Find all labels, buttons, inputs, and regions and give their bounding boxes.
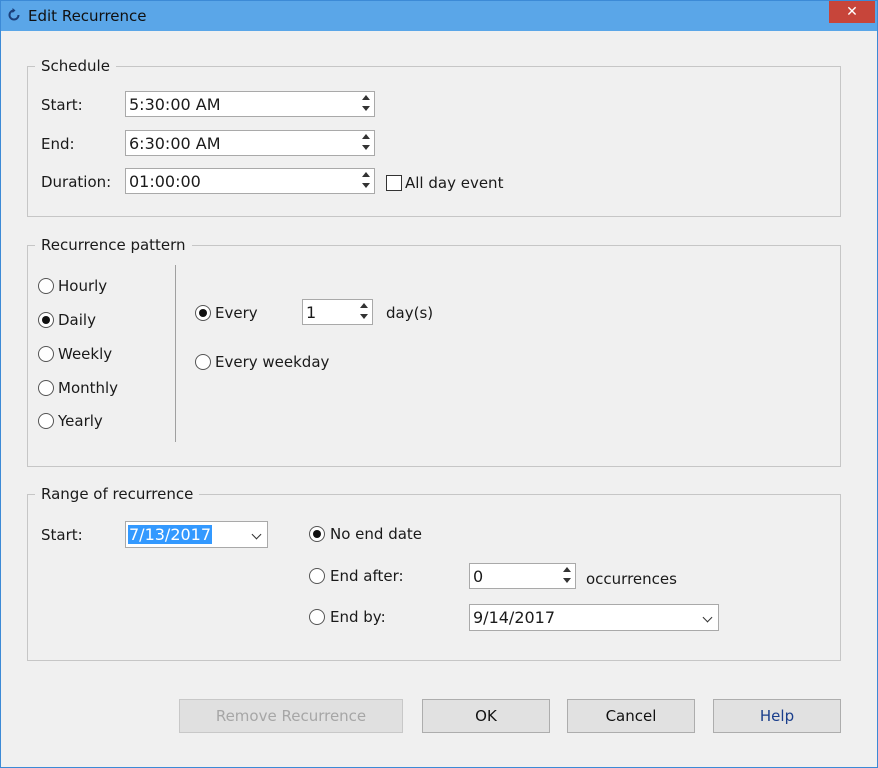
- radio-monthly[interactable]: [38, 380, 54, 396]
- radio-no-end-date[interactable]: [309, 526, 325, 542]
- spinner-arrows-icon[interactable]: [358, 301, 370, 323]
- weekly-label: Weekly: [58, 345, 113, 363]
- end-by-date-value: 9/14/2017: [473, 608, 556, 627]
- radio-daily[interactable]: [38, 312, 54, 328]
- all-day-checkbox[interactable]: [386, 175, 402, 191]
- spinner-arrows-icon[interactable]: [360, 132, 372, 154]
- spinner-arrows-icon[interactable]: [360, 93, 372, 115]
- radio-weekly[interactable]: [38, 346, 54, 362]
- range-start-date-value: 7/13/2017: [128, 525, 213, 544]
- radio-hourly[interactable]: [38, 278, 54, 294]
- close-button[interactable]: ✕: [829, 1, 875, 23]
- monthly-label: Monthly: [58, 379, 119, 397]
- range-start-label: Start:: [41, 526, 83, 544]
- window-title: Edit Recurrence: [28, 7, 147, 25]
- end-time-label: End:: [41, 135, 75, 153]
- occurrences-value: 0: [473, 567, 484, 586]
- range-start-date-picker[interactable]: 7/13/2017: [125, 521, 268, 548]
- end-time-spinner[interactable]: 6:30:00 AM: [125, 130, 375, 156]
- ok-button[interactable]: OK: [422, 699, 550, 733]
- every-days-value: 1: [306, 303, 317, 322]
- radio-yearly[interactable]: [38, 413, 54, 429]
- end-by-label: End by:: [330, 608, 386, 626]
- pattern-divider: [175, 265, 176, 442]
- end-after-label: End after:: [330, 567, 404, 585]
- duration-value: 01:00:00: [129, 172, 201, 191]
- occurrences-label: occurrences: [586, 570, 677, 588]
- end-time-value: 6:30:00 AM: [129, 134, 221, 153]
- no-end-date-label: No end date: [330, 525, 423, 543]
- radio-end-after[interactable]: [309, 568, 325, 584]
- help-button[interactable]: Help: [713, 699, 841, 733]
- recurrence-pattern-legend: Recurrence pattern: [35, 236, 192, 254]
- days-unit-label: day(s): [386, 304, 434, 322]
- recurrence-pattern-group: Recurrence pattern Hourly Daily Weekly M…: [27, 236, 841, 467]
- edit-recurrence-dialog: Edit Recurrence ✕ Schedule Start: 5:30:0…: [0, 0, 878, 768]
- recurrence-icon: [8, 8, 20, 21]
- spinner-arrows-icon[interactable]: [360, 170, 372, 192]
- every-days-spinner[interactable]: 1: [302, 299, 373, 325]
- spinner-arrows-icon[interactable]: [561, 565, 573, 587]
- title-bar[interactable]: Edit Recurrence ✕: [1, 1, 877, 31]
- schedule-group: Schedule Start: 5:30:00 AM End: 6:30:00 …: [27, 57, 841, 217]
- duration-spinner[interactable]: 01:00:00: [125, 168, 375, 194]
- radio-every-weekday[interactable]: [195, 354, 211, 370]
- all-day-label: All day event: [405, 174, 504, 192]
- chevron-down-icon[interactable]: [251, 529, 262, 540]
- schedule-legend: Schedule: [35, 57, 116, 75]
- every-label: Every: [215, 304, 258, 322]
- duration-label: Duration:: [41, 173, 112, 191]
- range-legend: Range of recurrence: [35, 485, 200, 503]
- start-time-label: Start:: [41, 96, 83, 114]
- end-by-date-picker[interactable]: 9/14/2017: [469, 604, 719, 631]
- daily-label: Daily: [58, 311, 96, 329]
- radio-end-by[interactable]: [309, 609, 325, 625]
- yearly-label: Yearly: [58, 412, 103, 430]
- occurrences-spinner[interactable]: 0: [469, 563, 576, 589]
- dialog-body: Schedule Start: 5:30:00 AM End: 6:30:00 …: [6, 31, 872, 763]
- start-time-value: 5:30:00 AM: [129, 95, 221, 114]
- range-of-recurrence-group: Range of recurrence Start: 7/13/2017 No …: [27, 485, 841, 661]
- every-weekday-label: Every weekday: [215, 353, 330, 371]
- radio-every[interactable]: [195, 305, 211, 321]
- start-time-spinner[interactable]: 5:30:00 AM: [125, 91, 375, 117]
- remove-recurrence-button[interactable]: Remove Recurrence: [179, 699, 403, 733]
- chevron-down-icon[interactable]: [702, 612, 713, 623]
- hourly-label: Hourly: [58, 277, 108, 295]
- cancel-button[interactable]: Cancel: [567, 699, 695, 733]
